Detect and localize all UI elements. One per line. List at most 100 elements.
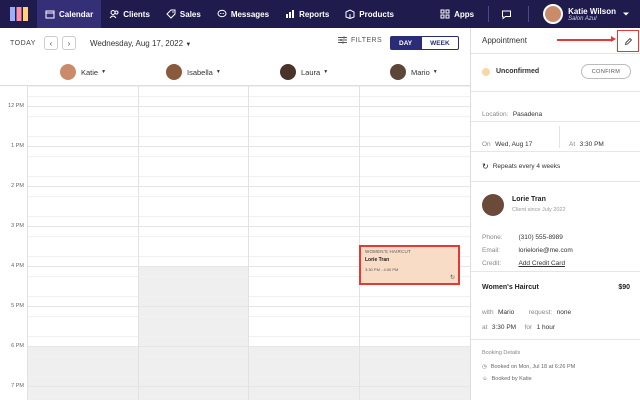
request-value[interactable]: none	[557, 309, 571, 316]
repeat-icon: ↻	[449, 275, 455, 281]
calendar-toolbar: TODAY ‹ › Wednesday, Aug 17, 2022 ▼ FILT…	[0, 28, 470, 58]
client-section: Lorie Tran Client since July 2022 Phone:…	[471, 182, 640, 272]
staff-mario[interactable]: Mario ▼	[390, 64, 438, 80]
nav-clients[interactable]: Clients	[101, 0, 158, 28]
hour-label: 6 PM	[11, 343, 24, 349]
prev-day-button[interactable]: ‹	[43, 36, 58, 50]
staff-laura[interactable]: Laura ▼	[280, 64, 328, 80]
time-value[interactable]: 3:30 PM	[580, 141, 604, 148]
pencil-icon	[624, 37, 632, 45]
caret-down-icon: ▼	[323, 69, 329, 75]
nav-sales[interactable]: Sales	[158, 0, 209, 28]
location-value[interactable]: Pasadena	[513, 111, 542, 118]
hour-label: 5 PM	[11, 303, 24, 309]
date-value[interactable]: Wed, Aug 17	[495, 141, 532, 148]
caret-down-icon: ▼	[101, 69, 107, 75]
avatar	[390, 64, 406, 80]
app-logo[interactable]	[9, 4, 29, 24]
caret-down-icon: ▼	[215, 69, 221, 75]
chevron-right-icon: ›	[67, 38, 71, 48]
staff-isabella[interactable]: Isabella ▼	[166, 64, 221, 80]
apps-button[interactable]: Apps	[432, 0, 482, 28]
apps-label: Apps	[454, 9, 475, 19]
view-toggle: DAY WEEK	[390, 36, 459, 50]
appointment-panel: Appointment Unconfirmed CONFIRM Location…	[470, 28, 640, 400]
client-avatar	[482, 194, 504, 216]
staff-name: Katie	[81, 67, 99, 77]
repeat-icon: ↻	[482, 162, 489, 171]
service-name[interactable]: Women's Haircut	[482, 284, 539, 291]
edit-button[interactable]	[617, 30, 639, 52]
speech-bubble-icon	[502, 10, 512, 20]
unavailable-block	[27, 346, 359, 400]
date-label: Wednesday, Aug 17, 2022	[89, 38, 184, 48]
credit-label: Credit:	[482, 260, 502, 267]
caret-down-icon: ▼	[432, 69, 438, 75]
start-time-value[interactable]: 3:30 PM	[492, 324, 516, 331]
nav-reports[interactable]: Reports	[277, 0, 337, 28]
panel-title: Appointment	[482, 36, 527, 45]
staff-katie[interactable]: Katie ▼	[60, 64, 106, 80]
request-label: request:	[528, 309, 553, 316]
repeat-text[interactable]: Repeats every 4 weeks	[493, 163, 561, 170]
calendar-grid[interactable]: 12 PM 1 PM 2 PM 3 PM 4 PM 5 PM 6 PM 7 PM	[0, 86, 470, 400]
caret-down-icon: ▼	[185, 41, 192, 48]
with-value[interactable]: Mario	[498, 309, 514, 316]
staff-name: Mario	[411, 67, 430, 77]
nav-divider-2	[528, 6, 530, 22]
column-divider	[138, 86, 139, 400]
box-icon	[345, 9, 355, 19]
today-button[interactable]: TODAY	[10, 40, 36, 47]
chat-button[interactable]	[495, 0, 522, 28]
nav-calendar-label: Calendar	[59, 9, 94, 19]
tag-icon	[166, 9, 176, 19]
clients-icon	[109, 10, 119, 19]
client-name[interactable]: Lorie Tran	[512, 196, 546, 203]
top-nav: Calendar Clients Sales Messages Reports …	[0, 0, 640, 28]
booked-on: Booked on Mon, Jul 18 at 6:26 PM	[490, 364, 576, 370]
chevron-left-icon: ‹	[49, 38, 53, 48]
hour-label: 1 PM	[11, 143, 24, 149]
status-dot	[482, 68, 490, 76]
repeat-section: ↻ Repeats every 4 weeks	[471, 152, 640, 182]
nav-messages[interactable]: Messages	[209, 0, 277, 28]
duration-value[interactable]: 1 hour	[537, 324, 555, 331]
appointment-client: Lorie Tran	[365, 257, 390, 263]
at-label: At	[569, 141, 576, 148]
nav-calendar[interactable]: Calendar	[37, 0, 102, 28]
user-avatar	[543, 4, 564, 24]
nav-products[interactable]: Products	[337, 0, 402, 28]
staff-header: Katie ▼ Isabella ▼ Laura ▼ Mario ▼	[0, 58, 470, 86]
user-menu[interactable]: Katie Wilson Salon Azul	[535, 0, 640, 28]
status-section: Unconfirmed CONFIRM	[471, 54, 640, 92]
user-salon: Salon Azul	[568, 15, 597, 22]
appointment-service: WOMEN'S HAIRCUT	[365, 249, 411, 254]
add-credit-card-link[interactable]: Add Credit Card	[518, 260, 565, 267]
day-view-button[interactable]: DAY	[390, 36, 422, 50]
hour-label: 4 PM	[11, 263, 24, 269]
nav-clients-label: Clients	[123, 9, 150, 19]
service-section: Women's Haircut $90 with Mario request: …	[471, 272, 640, 340]
appointment-card[interactable]: WOMEN'S HAIRCUT Lorie Tran 3:30 PM - 4:3…	[359, 245, 460, 285]
week-view-button[interactable]: WEEK	[421, 36, 459, 50]
chat-icon	[217, 9, 227, 18]
column-divider	[27, 86, 28, 400]
avatar	[166, 64, 182, 80]
with-label: with	[482, 309, 494, 316]
appointment-time: 3:30 PM - 4:30 PM	[365, 267, 399, 272]
filters-button[interactable]: FILTERS	[338, 36, 382, 44]
section-divider	[559, 126, 560, 148]
staff-name: Laura	[301, 67, 321, 77]
avatar	[60, 64, 76, 80]
service-price: $90	[618, 284, 630, 291]
confirm-button[interactable]: CONFIRM	[581, 64, 631, 79]
column-divider	[248, 86, 249, 400]
date-picker[interactable]: Wednesday, Aug 17, 2022 ▼	[90, 39, 191, 48]
location-label: Location:	[482, 111, 509, 118]
nav-divider	[488, 6, 490, 22]
booked-by: Booked by Katie	[491, 376, 532, 382]
next-day-button[interactable]: ›	[61, 36, 76, 50]
booking-details-section: Booking Details ◷ Booked on Mon, Jul 18 …	[471, 340, 640, 400]
hour-label: 7 PM	[11, 383, 24, 389]
client-since: Client since July 2022	[512, 207, 566, 213]
